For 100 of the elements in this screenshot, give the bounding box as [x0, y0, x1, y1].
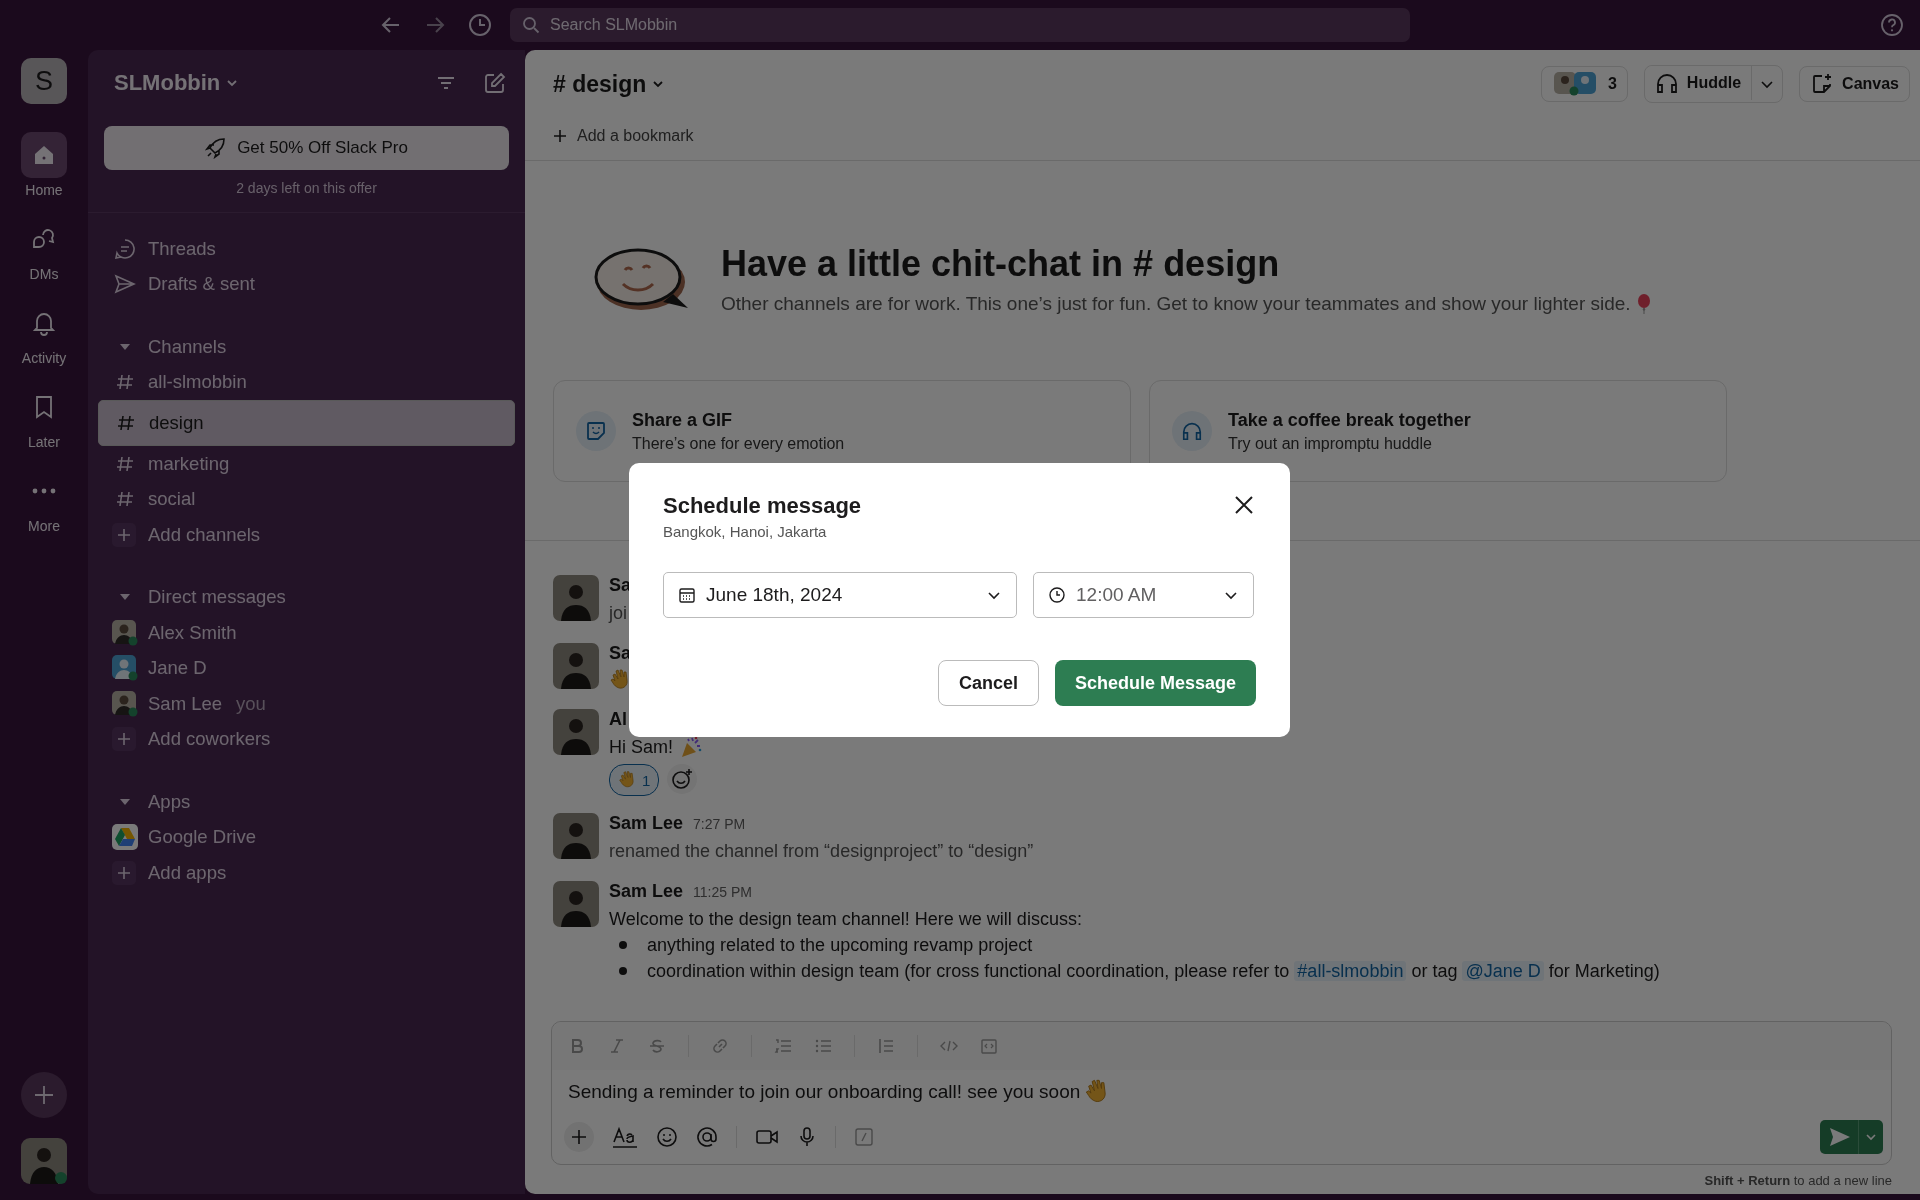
timezone-label: Bangkok, Hanoi, Jakarta	[663, 523, 828, 540]
strikethrough-icon[interactable]	[648, 1037, 666, 1055]
workspace-button[interactable]: S	[21, 58, 67, 104]
bookmark-icon	[33, 394, 55, 420]
reaction-pill[interactable]: 1	[609, 764, 660, 796]
add-reaction-button[interactable]	[667, 764, 698, 794]
time-picker[interactable]: 12:00 AM	[1033, 572, 1254, 618]
upgrade-button[interactable]: Get 50% Off Slack Pro	[104, 126, 509, 170]
sidebar-item[interactable]: design	[98, 400, 515, 446]
card-subtitle: There’s one for every emotion	[632, 434, 845, 453]
rail-nav-item[interactable]: More	[21, 468, 67, 534]
emoji-icon[interactable]	[656, 1126, 678, 1148]
drive-logo-icon	[112, 824, 138, 851]
attach-button[interactable]	[564, 1122, 594, 1152]
sidebar-item[interactable]: Jane D	[98, 650, 515, 686]
sidebar-item[interactable]: marketing	[98, 446, 515, 482]
sidebar-item[interactable]: Threads	[98, 231, 515, 267]
sidebar-item[interactable]: social	[98, 481, 515, 517]
bullet-point	[619, 967, 627, 975]
search-field[interactable]: Search SLMobbin	[510, 8, 1410, 42]
sidebar-item[interactable]: Sam Lee you	[98, 686, 515, 722]
message-text: renamed the channel from “designproject” to “design”	[609, 840, 1034, 863]
rocket-icon	[205, 137, 228, 159]
mention-icon[interactable]	[696, 1126, 718, 1148]
sidebar-item[interactable]: Drafts & sent	[98, 266, 515, 302]
bullet-list-icon[interactable]	[814, 1037, 832, 1055]
message-author[interactable]: Sam Lee	[609, 813, 684, 834]
date-picker[interactable]: June 18th, 2024	[663, 572, 1017, 618]
bell-icon	[31, 310, 57, 336]
workspace-name[interactable]: SLMobbin	[114, 70, 221, 96]
sidebar-item[interactable]: Add apps	[98, 855, 515, 891]
home-icon	[32, 143, 56, 167]
avatar	[112, 619, 138, 646]
avatar[interactable]	[553, 643, 599, 689]
link-icon[interactable]	[711, 1037, 729, 1055]
message-time[interactable]: 7:27 PM	[693, 816, 746, 832]
thread-icon	[112, 237, 138, 260]
members-button[interactable]: 3	[1540, 66, 1628, 102]
text-format-icon[interactable]	[612, 1125, 638, 1149]
headphones-icon	[1181, 420, 1203, 442]
search-icon	[522, 16, 540, 34]
channel-intro-text: Other channels are for work. This one’s just for fun. Get to know your teammates and show your lighter side.	[721, 293, 1631, 315]
cancel-button[interactable]: Cancel	[937, 660, 1039, 706]
message-time[interactable]: 11:25 PM	[693, 884, 752, 900]
avatar[interactable]	[553, 709, 599, 755]
schedule-button[interactable]: Schedule Message	[1054, 660, 1256, 706]
message-author[interactable]: Sam Lee	[609, 881, 684, 902]
avatar[interactable]	[553, 813, 599, 859]
sidebar-item[interactable]: Alex Smith	[98, 615, 515, 651]
sticker-icon	[585, 420, 607, 442]
more-dots-icon	[31, 487, 57, 495]
section-header[interactable]: Direct messages	[98, 579, 515, 615]
channel-name[interactable]: # design	[553, 70, 647, 98]
slash-command-icon[interactable]	[854, 1127, 874, 1147]
rail-nav-item[interactable]: Activity	[21, 300, 67, 366]
avatar[interactable]	[21, 1138, 67, 1184]
card-title: Share a GIF	[632, 409, 734, 431]
mention-link[interactable]: #all-slmobbin	[1294, 961, 1407, 981]
rail-nav-item[interactable]: DMs	[21, 216, 67, 282]
section-header[interactable]: Apps	[98, 784, 515, 820]
microphone-icon[interactable]	[797, 1126, 817, 1148]
section-header[interactable]: Channels	[98, 329, 515, 365]
compose-icon[interactable]	[483, 71, 507, 95]
balloon-icon	[1636, 294, 1651, 314]
bullet-point	[619, 941, 627, 949]
avatar[interactable]	[553, 881, 599, 927]
numbered-list-icon[interactable]	[774, 1037, 792, 1055]
plus-icon	[33, 1084, 55, 1106]
sidebar-item[interactable]: Google Drive	[98, 819, 515, 855]
italic-icon[interactable]	[608, 1037, 626, 1055]
video-icon[interactable]	[755, 1127, 779, 1147]
plus-icon	[112, 727, 136, 752]
rail-nav-item[interactable]: Later	[21, 384, 67, 450]
offer-note: 2 days left on this offer	[236, 180, 377, 196]
plus-icon	[571, 1129, 587, 1145]
composer-hint: Shift + Return to add a new line	[1703, 1172, 1893, 1190]
sidebar-item[interactable]: Add coworkers	[98, 721, 515, 757]
headphones-icon	[1654, 71, 1679, 95]
dialog-title: Schedule message	[663, 493, 862, 519]
message-input[interactable]: Sending a reminder to join our onboarding call! see you soon	[568, 1081, 1081, 1103]
message-text: anything related to the upcoming revamp project	[647, 934, 1033, 957]
help-icon[interactable]	[1880, 13, 1904, 37]
add-bookmark-link[interactable]: Add a bookmark	[525, 118, 1920, 161]
chevron-down-icon[interactable]	[652, 78, 665, 90]
message-text: coordination within design team (for cross functional coordination, please refer to #all-slmobbin or tag @Jane D for Marketing)	[647, 960, 1660, 983]
add-button[interactable]	[21, 1072, 67, 1118]
avatar[interactable]	[553, 575, 599, 621]
chevron-down-icon[interactable]	[226, 77, 239, 89]
canvas-button[interactable]: Canvas	[1799, 66, 1910, 102]
plus-icon	[553, 129, 567, 143]
plus-icon	[112, 860, 136, 885]
message-author[interactable]: Al	[609, 709, 627, 730]
sidebar-item[interactable]: Add channels	[98, 517, 515, 553]
mention-link[interactable]: @Jane D	[1462, 961, 1544, 981]
blockquote-icon[interactable]	[877, 1037, 895, 1055]
sidebar-item[interactable]: all-slmobbin	[98, 364, 515, 400]
avatar	[112, 655, 138, 682]
avatar	[112, 690, 138, 717]
code-block-icon[interactable]	[980, 1037, 998, 1055]
history-clock-icon[interactable]	[468, 13, 492, 37]
